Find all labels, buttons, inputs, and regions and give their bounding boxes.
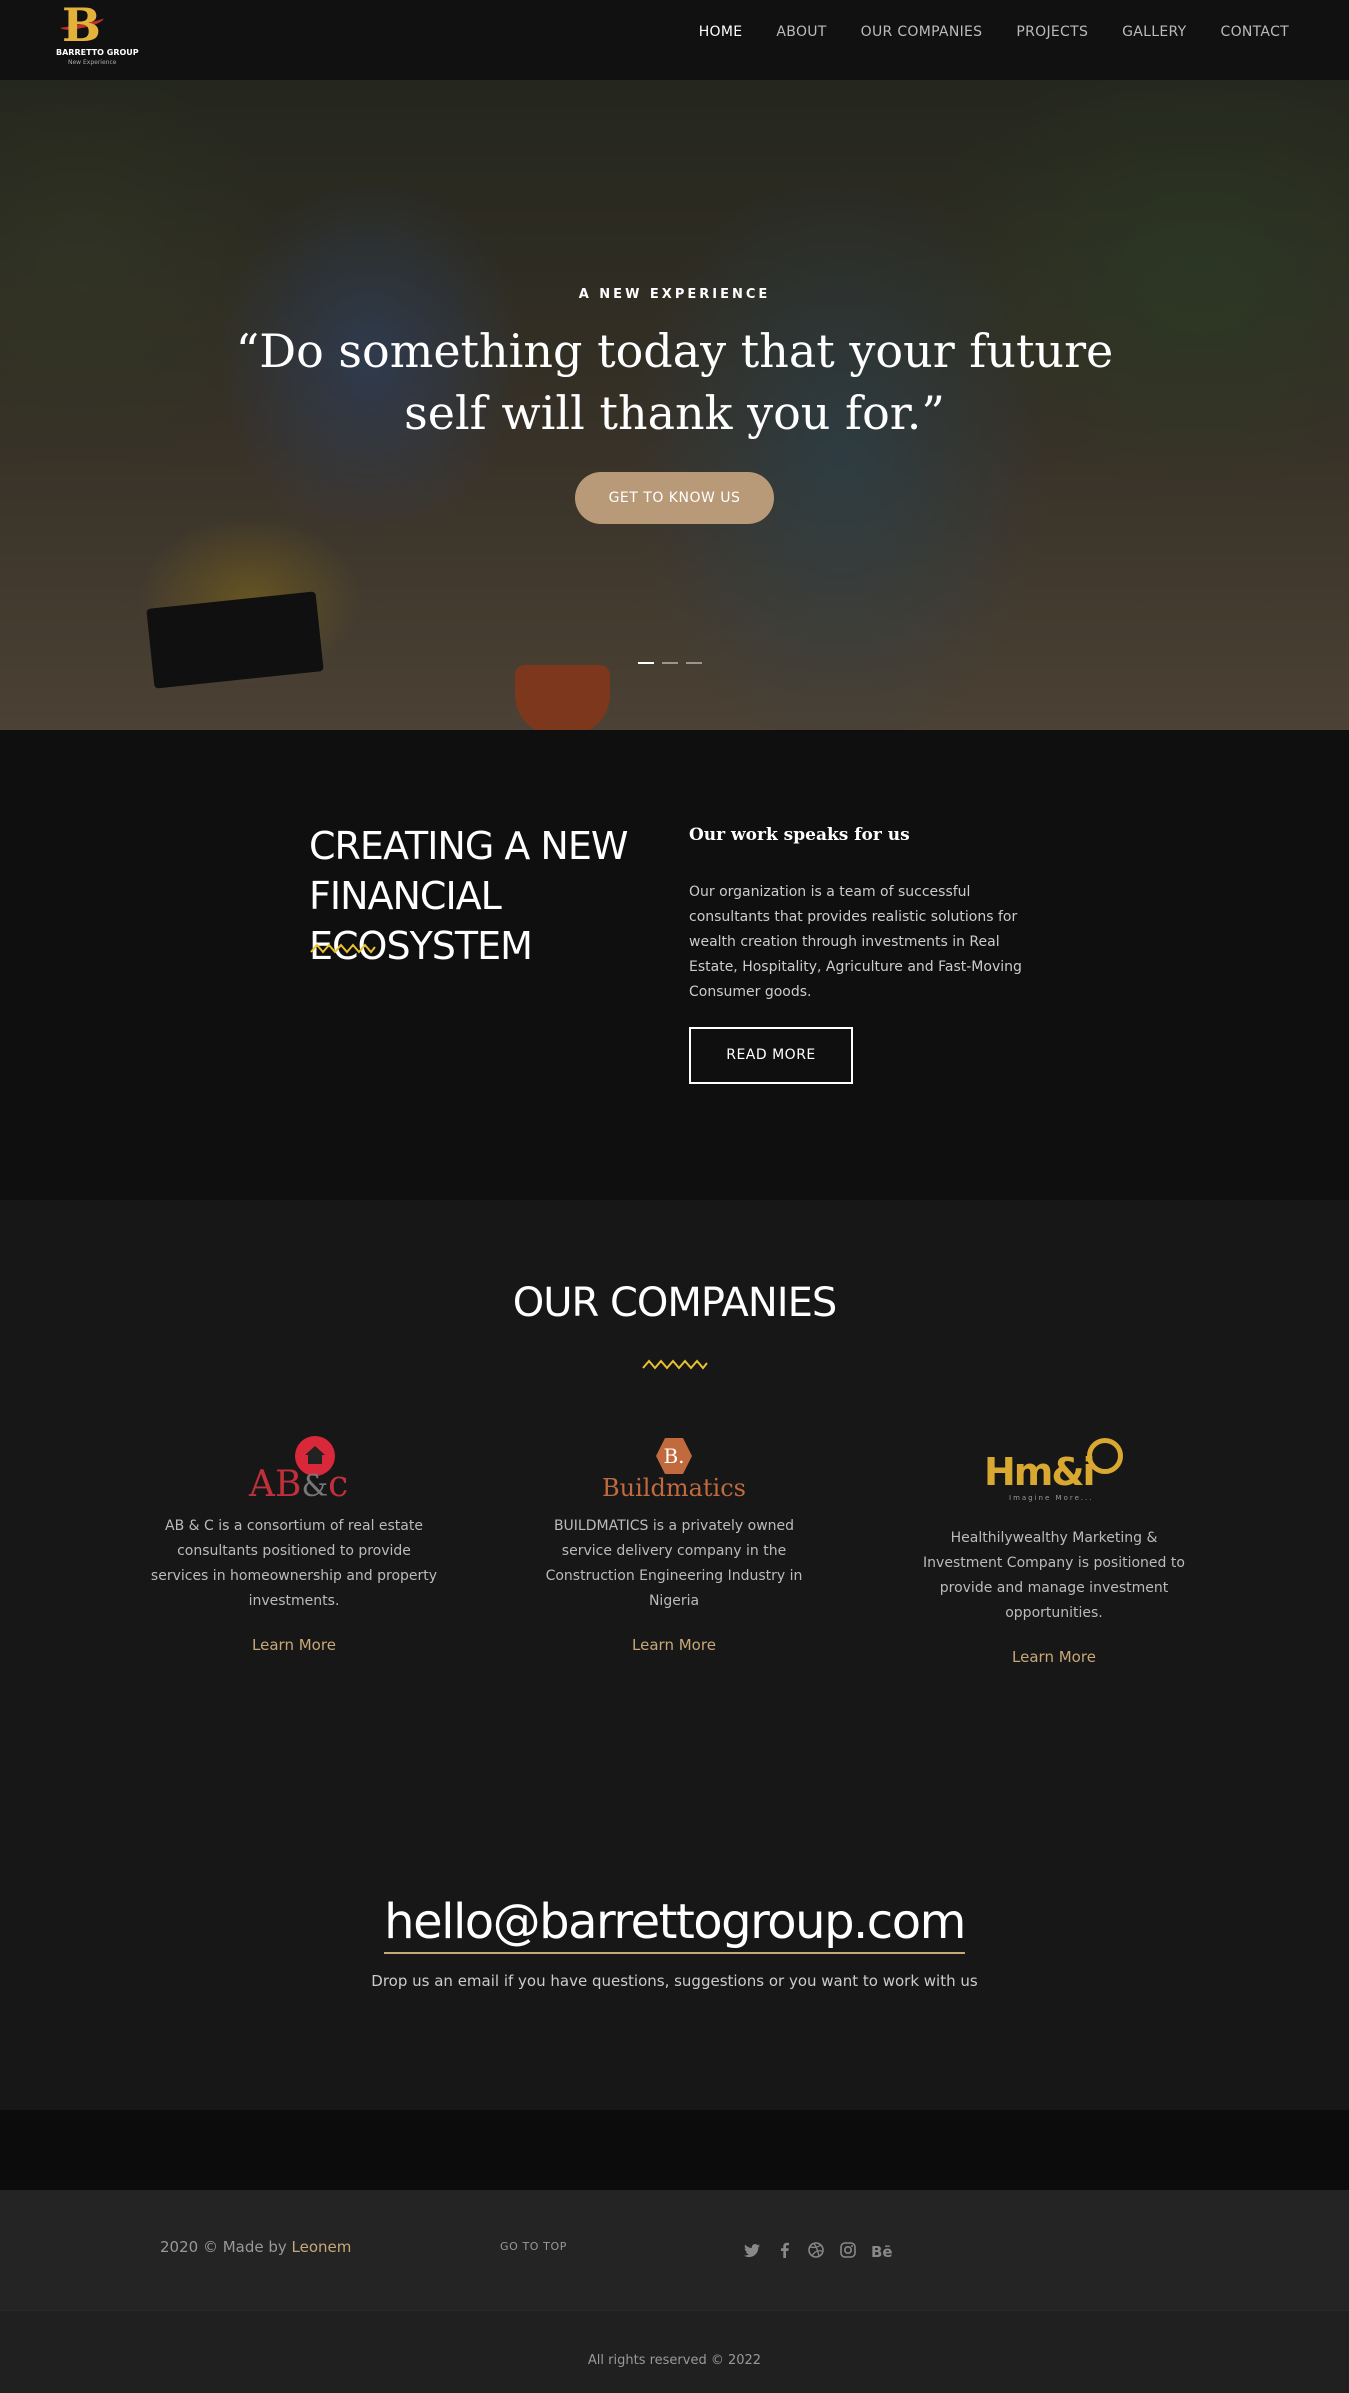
get-to-know-us-button[interactable]: GET TO KNOW US (575, 472, 774, 524)
barretto-logo[interactable]: B BARRETTO GROUP New Experience (52, 0, 139, 70)
company-description: Healthilywealthy Marketing & Investment … (923, 1530, 1185, 1621)
hero-quote: “Do something today that your future sel… (235, 324, 1114, 440)
slider-dots (638, 662, 702, 664)
slider-dot-2[interactable] (662, 662, 678, 664)
swirl-icon (1087, 1438, 1123, 1474)
hero-slider: A NEW EXPERIENCE “Do something today tha… (0, 80, 1349, 730)
learn-more-link[interactable]: Learn More (529, 1636, 819, 1654)
read-more-button[interactable]: READ MORE (689, 1027, 853, 1084)
nav-gallery[interactable]: GALLERY (1122, 24, 1186, 40)
instagram-icon[interactable] (839, 2242, 857, 2262)
company-card-hmi: Hm&i Imagine More... Healthilywealthy Ma… (909, 1436, 1199, 1666)
zigzag-divider-icon (642, 1359, 708, 1370)
main-menu: HOME ABOUT OUR COMPANIES PROJECTS GALLER… (699, 24, 1289, 40)
about-subheading: Our work speaks for us (689, 825, 910, 845)
top-navbar: B BARRETTO GROUP New Experience HOME ABO… (0, 0, 1349, 80)
twitter-icon[interactable] (743, 2243, 761, 2262)
contact-email-link[interactable]: hello@barrettogroup.com (384, 1892, 966, 1954)
social-links: Bē (743, 2242, 893, 2262)
company-description: BUILDMATICS is a privately owned service… (545, 1518, 803, 1609)
about-body: Our organization is a team of successful… (689, 884, 1022, 1000)
hero-kicker: A NEW EXPERIENCE (578, 287, 771, 302)
copyright-text: All rights reserved © 2022 (587, 2353, 762, 2368)
nav-projects[interactable]: PROJECTS (1016, 24, 1088, 40)
footer-band (0, 2110, 1349, 2190)
slider-dot-3[interactable] (686, 662, 702, 664)
made-by-prefix: 2020 © Made by (160, 2238, 287, 2256)
go-to-top-link[interactable]: GO TO TOP (500, 2240, 567, 2253)
company-card-abc: AB&c AB & C is a consortium of real esta… (149, 1436, 439, 1654)
buildmatics-logo[interactable]: B. Buildmatics (529, 1436, 819, 1506)
learn-more-link[interactable]: Learn More (149, 1636, 439, 1654)
slider-dot-1[interactable] (638, 662, 654, 664)
footer: 2020 © Made by Leonem GO TO TOP Bē (0, 2190, 1349, 2310)
facebook-icon[interactable] (775, 2242, 793, 2262)
hmi-logo-text: Hm&i (984, 1450, 1096, 1494)
buildmatics-logo-text: Buildmatics (602, 1474, 746, 1502)
hmi-logo[interactable]: Hm&i Imagine More... (909, 1436, 1199, 1518)
nav-our-companies[interactable]: OUR COMPANIES (861, 24, 983, 40)
nav-home[interactable]: HOME (699, 24, 743, 40)
hexagon-icon: B. (656, 1438, 692, 1474)
company-card-buildmatics: B. Buildmatics BUILDMATICS is a privatel… (529, 1436, 819, 1654)
made-by-text: 2020 © Made by Leonem (160, 2238, 351, 2256)
logo-letter: B (62, 0, 101, 52)
logo-name: BARRETTO GROUP (56, 48, 139, 57)
made-by-link[interactable]: Leonem (292, 2238, 352, 2256)
hmi-logo-subtext: Imagine More... (1009, 1494, 1094, 1502)
about-section: CREATING A NEW FINANCIAL ECOSYSTEM Our w… (0, 730, 1349, 1200)
abc-logo[interactable]: AB&c (149, 1436, 439, 1506)
companies-heading: OUR COMPANIES (512, 1280, 838, 1326)
contact-email-wrap: hello@barrettogroup.com (0, 1892, 1349, 1954)
company-description: AB & C is a consortium of real estate co… (150, 1518, 438, 1609)
logo-tagline: New Experience (68, 59, 117, 66)
nav-contact[interactable]: CONTACT (1221, 24, 1290, 40)
contact-text: Drop us an email if you have questions, … (371, 1972, 978, 1990)
abc-logo-text: AB&c (249, 1464, 349, 1505)
copyright-bar: All rights reserved © 2022 (0, 2310, 1349, 2393)
zigzag-divider-icon (310, 943, 376, 954)
nav-about[interactable]: ABOUT (776, 24, 826, 40)
dribbble-icon[interactable] (807, 2242, 825, 2262)
behance-icon[interactable]: Bē (871, 2243, 893, 2261)
learn-more-link[interactable]: Learn More (909, 1648, 1199, 1666)
